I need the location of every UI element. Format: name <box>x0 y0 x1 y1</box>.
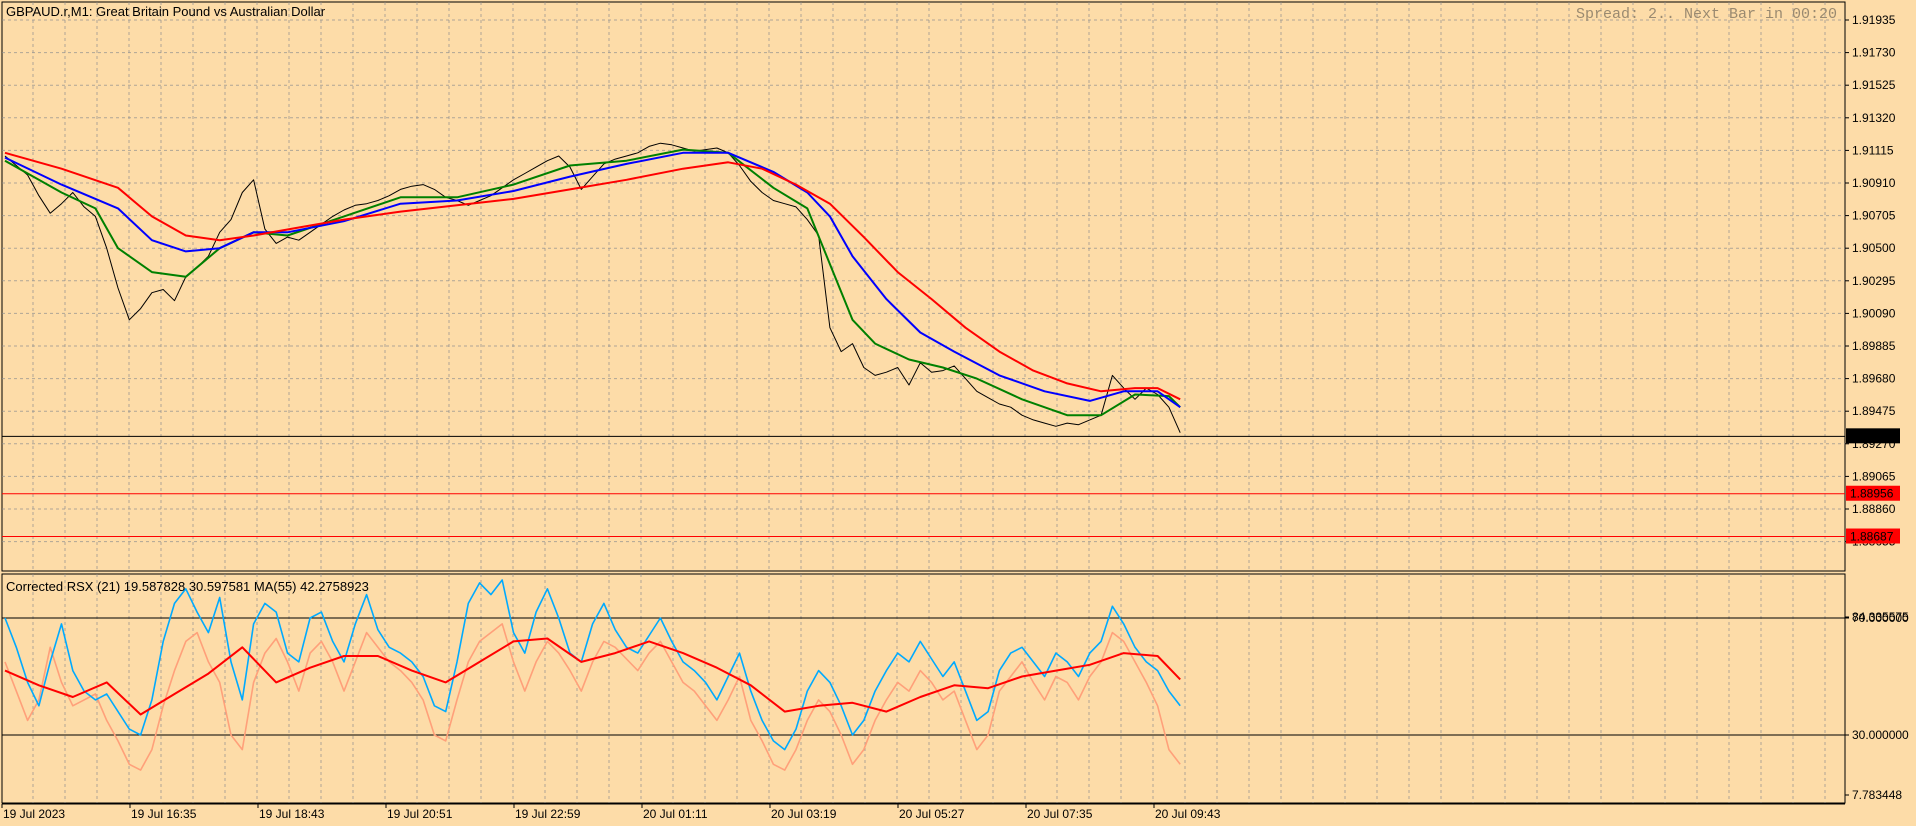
x-tick-label: 19 Jul 20:51 <box>387 807 453 821</box>
x-tick-label: 19 Jul 18:43 <box>259 807 325 821</box>
y-tick-label: 1.91935 <box>1852 13 1896 27</box>
spread-countdown: Spread: 2.. Next Bar in 00:20 <box>1576 6 1837 23</box>
y-tick-label: 1.90705 <box>1852 209 1896 223</box>
x-tick-label: 19 Jul 2023 <box>3 807 65 821</box>
x-tick-label: 20 Jul 03:19 <box>771 807 837 821</box>
x-tick-label: 20 Jul 07:35 <box>1027 807 1093 821</box>
current-price-label: 1.89317 <box>1850 429 1894 443</box>
y-tick-label: 1.91525 <box>1852 78 1896 92</box>
y-tick-label: 1.89680 <box>1852 372 1896 386</box>
x-tick-label: 19 Jul 16:35 <box>131 807 197 821</box>
y-tick-label: 1.89065 <box>1852 469 1896 483</box>
y-tick-label: 70.000000 <box>1852 611 1909 625</box>
symbol-title: GBPAUD.r,M1: Great Britain Pound vs Aust… <box>6 4 326 19</box>
y-tick-label: 1.88860 <box>1852 502 1896 516</box>
y-tick-label: 30.000000 <box>1852 728 1909 742</box>
price-level-label: 1.88687 <box>1850 530 1894 544</box>
y-tick-label: 1.91320 <box>1852 111 1896 125</box>
price-level-label: 1.88956 <box>1850 487 1894 501</box>
y-tick-label: 1.90295 <box>1852 274 1896 288</box>
y-tick-label: 1.89885 <box>1852 339 1896 353</box>
y-tick-label: 1.90910 <box>1852 176 1896 190</box>
x-tick-label: 20 Jul 01:11 <box>643 807 708 821</box>
indicator-title: Corrected RSX (21) 19.587828 30.597581 M… <box>6 579 369 594</box>
y-tick-label: 1.91730 <box>1852 46 1896 60</box>
x-tick-label: 20 Jul 05:27 <box>899 807 965 821</box>
y-tick-label: 1.91115 <box>1852 143 1894 157</box>
y-tick-label: 1.89475 <box>1852 404 1896 418</box>
x-tick-label: 19 Jul 22:59 <box>515 807 581 821</box>
y-tick-label: 1.90090 <box>1852 306 1896 320</box>
chart-canvas: 1.91935 1.91730 1.91525 1.91320 1.91115 1.909… <box>0 0 1916 826</box>
y-tick-label: 1.90500 <box>1852 241 1896 255</box>
y-tick-label: 7.783448 <box>1852 788 1902 802</box>
x-tick-label: 20 Jul 09:43 <box>1155 807 1221 821</box>
